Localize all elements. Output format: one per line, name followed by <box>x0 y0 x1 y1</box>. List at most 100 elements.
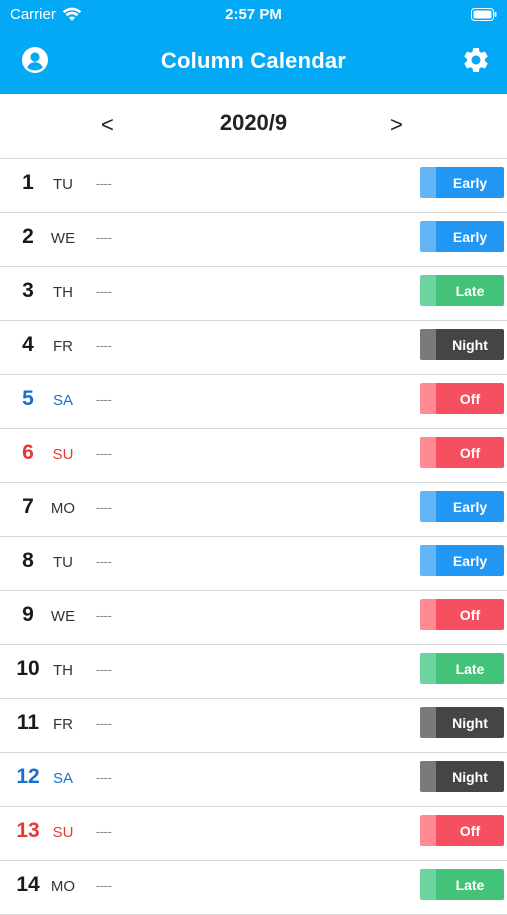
shift-stripe <box>420 815 436 846</box>
day-of-week: WE <box>50 608 76 625</box>
shift-stripe <box>420 761 436 792</box>
day-row[interactable]: 14 MO ---- Late <box>0 861 507 915</box>
day-memo: ---- <box>96 338 112 353</box>
shift-badge[interactable]: Late <box>420 275 504 306</box>
day-row[interactable]: 3 TH ---- Late <box>0 267 507 321</box>
day-row[interactable]: 12 SA ---- Night <box>0 753 507 807</box>
shift-badge[interactable]: Late <box>420 653 504 684</box>
day-row[interactable]: 11 FR ---- Night <box>0 699 507 753</box>
shift-badge[interactable]: Night <box>420 329 504 360</box>
shift-label: Off <box>436 437 504 468</box>
day-memo: ---- <box>96 500 112 515</box>
battery-icon <box>471 8 497 21</box>
day-number: 9 <box>22 603 34 626</box>
shift-label: Late <box>436 869 504 900</box>
app-bar: Column Calendar <box>0 32 507 94</box>
shift-badge[interactable]: Late <box>420 869 504 900</box>
shift-label: Off <box>436 815 504 846</box>
page-title: Column Calendar <box>160 48 347 73</box>
day-number: 1 <box>22 171 34 194</box>
status-bar: Carrier 2:57 PM <box>0 0 507 32</box>
gear-icon[interactable] <box>461 45 491 75</box>
day-memo: ---- <box>96 716 112 731</box>
shift-stripe <box>420 707 436 738</box>
shift-badge[interactable]: Early <box>420 221 504 252</box>
day-number: 13 <box>16 819 40 842</box>
day-memo: ---- <box>96 176 112 191</box>
status-time: 2:57 PM <box>225 6 282 23</box>
day-row[interactable]: 10 TH ---- Late <box>0 645 507 699</box>
shift-label: Night <box>436 329 504 360</box>
day-row[interactable]: 2 WE ---- Early <box>0 213 507 267</box>
shift-badge[interactable]: Night <box>420 761 504 792</box>
current-month-label: 2020/9 <box>219 110 288 135</box>
day-number: 5 <box>22 387 34 410</box>
shift-stripe <box>420 545 436 576</box>
shift-badge[interactable]: Off <box>420 815 504 846</box>
day-memo: ---- <box>96 770 112 785</box>
day-of-week: SU <box>52 446 74 463</box>
day-memo: ---- <box>96 230 112 245</box>
shift-badge[interactable]: Off <box>420 599 504 630</box>
shift-stripe <box>420 167 436 198</box>
day-row[interactable]: 5 SA ---- Off <box>0 375 507 429</box>
shift-badge[interactable]: Off <box>420 437 504 468</box>
day-row[interactable]: 4 FR ---- Night <box>0 321 507 375</box>
day-row[interactable]: 9 WE ---- Off <box>0 591 507 645</box>
shift-stripe <box>420 491 436 522</box>
shift-stripe <box>420 221 436 252</box>
month-navigator: < 2020/9 > <box>0 94 507 160</box>
day-of-week: TU <box>53 176 73 193</box>
day-of-week: FR <box>53 338 73 355</box>
day-row[interactable]: 6 SU ---- Off <box>0 429 507 483</box>
shift-label: Early <box>436 221 504 252</box>
shift-badge[interactable]: Early <box>420 545 504 576</box>
day-memo: ---- <box>96 878 112 893</box>
day-of-week: TH <box>53 284 73 301</box>
shift-stripe <box>420 383 436 414</box>
day-number: 2 <box>22 225 34 248</box>
shift-stripe <box>420 653 436 684</box>
day-of-week: SA <box>52 770 73 787</box>
shift-label: Early <box>436 545 504 576</box>
shift-label: Off <box>436 383 504 414</box>
day-of-week: TH <box>53 662 73 679</box>
day-number: 7 <box>22 495 34 518</box>
day-memo: ---- <box>96 284 112 299</box>
shift-stripe <box>420 437 436 468</box>
day-of-week: SA <box>52 392 73 409</box>
day-row[interactable]: 1 TU ---- Early <box>0 159 507 213</box>
day-memo: ---- <box>96 392 112 407</box>
shift-badge[interactable]: Night <box>420 707 504 738</box>
shift-badge[interactable]: Off <box>420 383 504 414</box>
day-of-week: WE <box>50 230 76 247</box>
shift-stripe <box>420 869 436 900</box>
day-of-week: TU <box>53 554 73 571</box>
shift-badge[interactable]: Early <box>420 491 504 522</box>
day-memo: ---- <box>96 824 112 839</box>
shift-stripe <box>420 329 436 360</box>
day-number: 10 <box>16 657 40 680</box>
day-of-week: SU <box>52 824 74 841</box>
day-of-week: MO <box>50 500 76 517</box>
shift-label: Night <box>436 761 504 792</box>
day-of-week: FR <box>53 716 73 733</box>
day-row[interactable]: 7 MO ---- Early <box>0 483 507 537</box>
shift-badge[interactable]: Early <box>420 167 504 198</box>
day-number: 12 <box>16 765 40 788</box>
day-row[interactable]: 8 TU ---- Early <box>0 537 507 591</box>
shift-label: Early <box>436 491 504 522</box>
day-number: 14 <box>16 873 40 896</box>
shift-stripe <box>420 275 436 306</box>
day-row[interactable]: 13 SU ---- Off <box>0 807 507 861</box>
shift-label: Early <box>436 167 504 198</box>
day-memo: ---- <box>96 608 112 623</box>
day-memo: ---- <box>96 662 112 677</box>
day-list: 1 TU ---- Early 2 WE ---- Early 3 TH ---- Late 4 FR --… <box>0 159 507 915</box>
day-memo: ---- <box>96 446 112 461</box>
next-month-button[interactable]: > <box>390 112 403 138</box>
shift-label: Late <box>436 653 504 684</box>
day-memo: ---- <box>96 554 112 569</box>
shift-label: Late <box>436 275 504 306</box>
day-of-week: MO <box>50 878 76 895</box>
